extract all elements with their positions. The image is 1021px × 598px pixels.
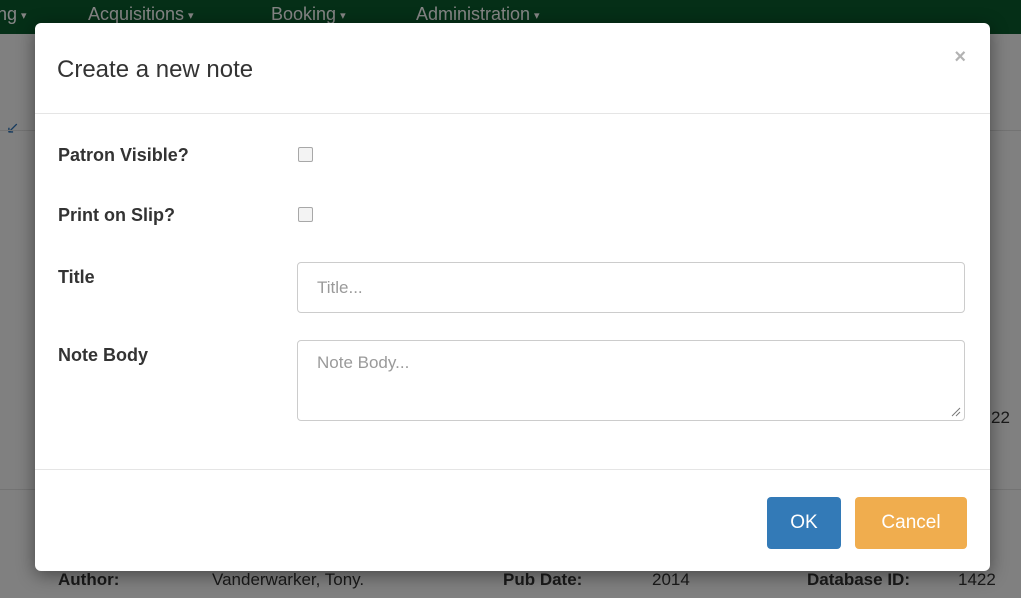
close-icon[interactable]: × [954,47,966,67]
patron-visible-checkbox[interactable] [298,147,313,162]
note-body-label: Note Body [58,345,148,365]
cancel-button[interactable]: Cancel [855,497,967,549]
title-label: Title [58,267,95,287]
patron-visible-label: Patron Visible? [58,145,189,165]
ok-button[interactable]: OK [767,497,841,549]
note-body-textarea[interactable] [297,340,965,421]
dialog-footer [35,469,990,572]
resize-grip-icon[interactable] [951,407,961,417]
dialog-header: Create a new note × [35,23,990,114]
title-input[interactable] [297,262,965,313]
create-note-dialog: Create a new note × Patron Visible? Prin… [35,23,990,571]
print-on-slip-label: Print on Slip? [58,205,175,225]
print-on-slip-checkbox[interactable] [298,207,313,222]
dialog-title: Create a new note [57,56,254,83]
